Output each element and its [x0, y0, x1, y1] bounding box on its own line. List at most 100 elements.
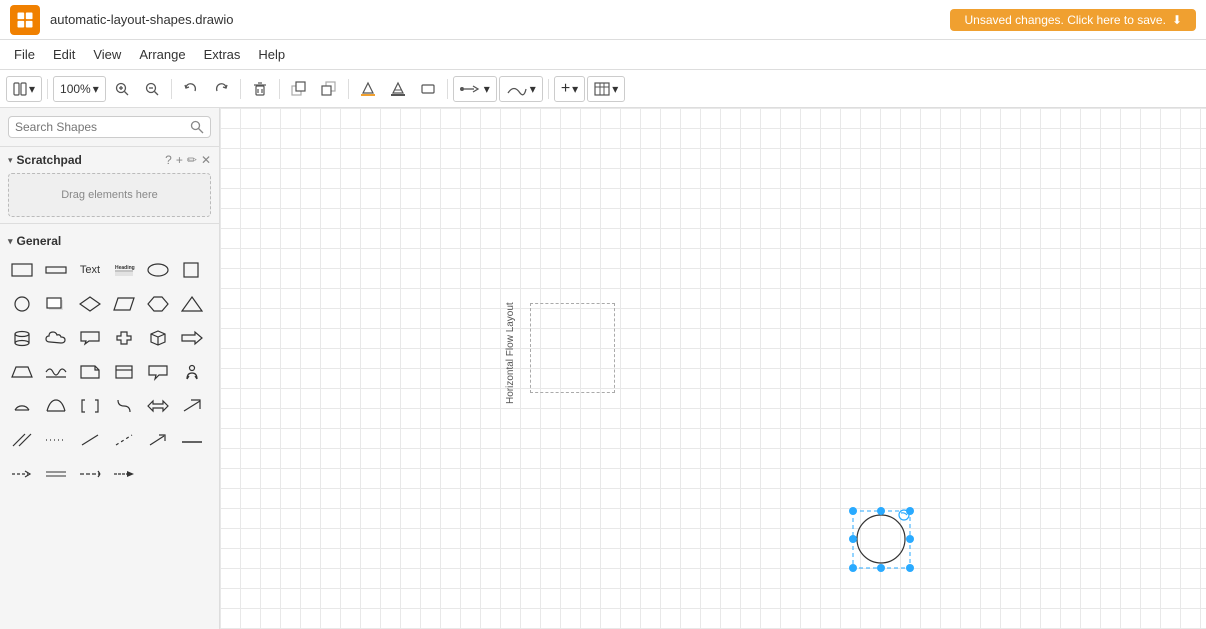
shape-s-curve[interactable]: [108, 390, 140, 422]
sep7: [548, 79, 549, 99]
plus-icon: +: [561, 80, 570, 98]
shape-ellipse[interactable]: [142, 254, 174, 286]
shape-double-arrow[interactable]: [142, 390, 174, 422]
shape-person[interactable]: [176, 356, 208, 388]
general-header[interactable]: ▾ General: [4, 230, 215, 254]
to-front-button[interactable]: [285, 75, 313, 103]
shape-wave[interactable]: [40, 356, 72, 388]
shape-line-diag[interactable]: [6, 424, 38, 456]
main-layout: ▾ Scratchpad ? + ✏ ✕ Drag elements here …: [0, 108, 1206, 629]
delete-icon: [253, 82, 267, 96]
shape-arrow-simple[interactable]: [6, 458, 38, 490]
connector-dropdown[interactable]: ▾: [453, 76, 497, 102]
scratchpad-section: ▾ Scratchpad ? + ✏ ✕ Drag elements here: [0, 147, 219, 224]
save-banner[interactable]: Unsaved changes. Click here to save. ⬇: [950, 9, 1196, 31]
waypoint-icon: [506, 82, 528, 96]
shape-text[interactable]: Text: [74, 254, 106, 286]
flow-container[interactable]: [530, 303, 615, 393]
shape-cross[interactable]: [108, 322, 140, 354]
shapes-grid: Text Heading: [4, 254, 215, 490]
shape-arrow-diag[interactable]: [176, 390, 208, 422]
general-chevron: ▾: [8, 236, 13, 247]
shape-diamond[interactable]: [74, 288, 106, 320]
shape-parallelogram[interactable]: [108, 288, 140, 320]
selected-shape[interactable]: [849, 507, 914, 572]
shape-line-dotted[interactable]: [40, 424, 72, 456]
table-dropdown[interactable]: ▾: [587, 76, 625, 102]
shape-bracket[interactable]: [74, 390, 106, 422]
shape-cloud[interactable]: [40, 322, 72, 354]
app-logo: [10, 5, 40, 35]
shape-speech[interactable]: [142, 356, 174, 388]
shape-cylinder[interactable]: [6, 322, 38, 354]
menu-help[interactable]: Help: [250, 44, 293, 65]
shape-fold[interactable]: [108, 356, 140, 388]
flow-layout-label: Horizontal Flow Layout: [505, 278, 516, 428]
layout-toggle[interactable]: ▾: [6, 76, 42, 102]
scratchpad-help-icon[interactable]: ?: [165, 153, 172, 167]
shape-rect-shadow[interactable]: [40, 288, 72, 320]
shape-style-button[interactable]: [414, 75, 442, 103]
chevron-down-icon3: ▾: [484, 82, 490, 96]
menu-view[interactable]: View: [85, 44, 129, 65]
canvas-grid: [220, 108, 1206, 629]
canvas[interactable]: Horizontal Flow Layout: [220, 108, 1206, 629]
waypoint-dropdown[interactable]: ▾: [499, 76, 543, 102]
table-icon: [594, 82, 610, 96]
menubar: File Edit View Arrange Extras Help: [0, 40, 1206, 70]
fill-color-button[interactable]: [354, 75, 382, 103]
svg-text:Heading: Heading: [115, 265, 135, 271]
shape-arrow-filled[interactable]: [108, 458, 140, 490]
shape-line-arrow[interactable]: [142, 424, 174, 456]
shape-cube[interactable]: [142, 322, 174, 354]
undo-icon: [184, 82, 198, 96]
shape-arc[interactable]: [40, 390, 72, 422]
chevron-down-icon6: ▾: [612, 82, 618, 96]
redo-button[interactable]: [207, 75, 235, 103]
shape-hexagon[interactable]: [142, 288, 174, 320]
shape-circle-selected: [849, 507, 914, 572]
scratchpad-close-icon[interactable]: ✕: [201, 153, 211, 167]
title-bar: automatic-layout-shapes.drawio Unsaved c…: [0, 0, 1206, 40]
zoom-out-button[interactable]: [138, 75, 166, 103]
search-input[interactable]: [15, 120, 186, 134]
shape-line-solid[interactable]: [74, 424, 106, 456]
shape-heading[interactable]: Heading: [108, 254, 140, 286]
menu-file[interactable]: File: [6, 44, 43, 65]
scratchpad-add-icon[interactable]: +: [176, 153, 183, 167]
shape-half-circle[interactable]: [6, 390, 38, 422]
to-back-button[interactable]: [315, 75, 343, 103]
shape-circle[interactable]: [6, 288, 38, 320]
shape-rect-thin[interactable]: [40, 254, 72, 286]
sep2: [171, 79, 172, 99]
shape-arrow-double-line[interactable]: [40, 458, 72, 490]
menu-edit[interactable]: Edit: [45, 44, 83, 65]
drag-zone: Drag elements here: [8, 173, 211, 217]
shape-note[interactable]: [74, 356, 106, 388]
menu-arrange[interactable]: Arrange: [131, 44, 193, 65]
shape-rect-outline[interactable]: [6, 254, 38, 286]
shape-trapezoid[interactable]: [6, 356, 38, 388]
drag-hint: Drag elements here: [61, 189, 158, 201]
shape-arrow-right[interactable]: [176, 322, 208, 354]
shape-arrow-dashed[interactable]: [74, 458, 106, 490]
shape-callout[interactable]: [74, 322, 106, 354]
scratchpad-edit-icon[interactable]: ✏: [187, 153, 197, 167]
line-color-button[interactable]: [384, 75, 412, 103]
scratchpad-chevron[interactable]: ▾: [8, 155, 13, 166]
undo-button[interactable]: [177, 75, 205, 103]
delete-button[interactable]: [246, 75, 274, 103]
zoom-in-button[interactable]: [108, 75, 136, 103]
shape-triangle[interactable]: [176, 288, 208, 320]
shape-line-plain[interactable]: [176, 424, 208, 456]
insert-dropdown[interactable]: + ▾: [554, 76, 585, 102]
to-back-icon: [321, 81, 337, 97]
menu-extras[interactable]: Extras: [196, 44, 249, 65]
text-label: Text: [80, 264, 100, 276]
shape-line-dashed[interactable]: [108, 424, 140, 456]
shape-square[interactable]: [176, 254, 208, 286]
search-icon: [190, 120, 204, 134]
sep4: [279, 79, 280, 99]
search-input-wrap[interactable]: [8, 116, 211, 138]
zoom-dropdown[interactable]: 100% ▾: [53, 76, 106, 102]
